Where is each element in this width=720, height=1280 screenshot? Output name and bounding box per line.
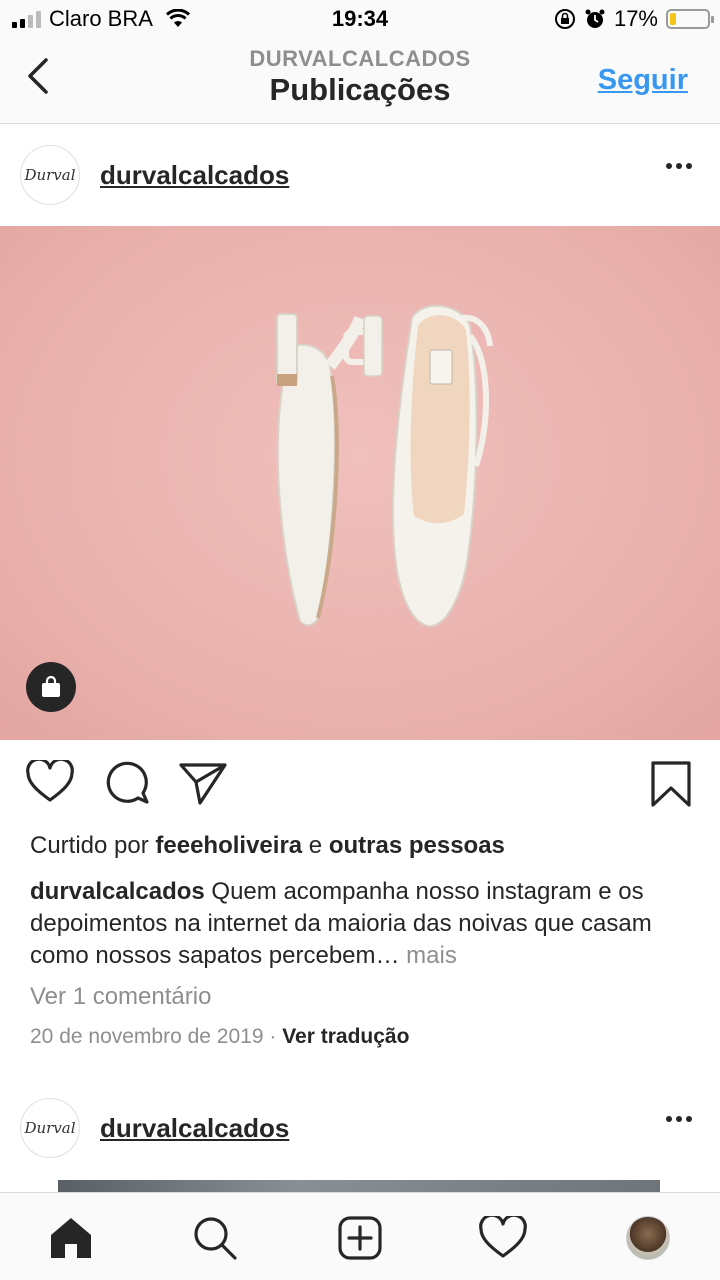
post-image[interactable]: [0, 226, 720, 740]
next-post-header: Durval durvalcalcados: [0, 1078, 720, 1178]
status-bar: Claro BRA 19:34 17%: [0, 0, 720, 40]
status-right: 17%: [554, 6, 714, 32]
send-icon[interactable]: [178, 760, 228, 806]
post-caption: durvalcalcados Quem acompanha nosso inst…: [30, 876, 690, 972]
home-icon: [51, 1218, 91, 1258]
follow-button[interactable]: Seguir: [598, 64, 688, 97]
more-options-icon[interactable]: [666, 1116, 692, 1122]
avatar[interactable]: Durval: [20, 1098, 80, 1158]
likes-summary: Curtido por feeeholiveira e outras pesso…: [30, 832, 505, 860]
add-post-icon: [338, 1216, 382, 1260]
liked-by-prefix: Curtido por: [30, 832, 156, 859]
nav-header: DURVALCALCADOS Publicações Seguir: [0, 40, 720, 124]
tab-new-post[interactable]: [335, 1213, 385, 1263]
shoes-illustration: [276, 304, 493, 628]
avatar-logo-text: Durval: [24, 166, 76, 184]
alarm-icon: [585, 9, 605, 28]
translate-link[interactable]: Ver tradução: [282, 1025, 409, 1048]
caption-more-link[interactable]: mais: [400, 942, 457, 969]
caption-username[interactable]: durvalcalcados: [30, 878, 205, 905]
heart-icon: [479, 1216, 527, 1258]
battery-percent: 17%: [613, 6, 658, 31]
liked-by-user[interactable]: feeeholiveira: [155, 832, 302, 859]
tab-search[interactable]: [190, 1213, 240, 1263]
search-icon: [194, 1217, 237, 1260]
post-actions: [0, 760, 720, 816]
comment-icon[interactable]: [104, 760, 150, 806]
post-header: Durval durvalcalcados: [0, 125, 720, 225]
tab-profile[interactable]: [623, 1213, 673, 1263]
tab-activity[interactable]: [478, 1213, 528, 1263]
rotation-lock-icon: [554, 9, 575, 29]
profile-avatar: [626, 1216, 670, 1260]
post-username[interactable]: durvalcalcados: [100, 160, 289, 191]
battery-icon: [666, 9, 714, 29]
battery-level: [670, 13, 677, 25]
avatar-logo-text: Durval: [24, 1119, 76, 1137]
shop-button[interactable]: [26, 662, 76, 712]
bottom-tab-bar: [0, 1192, 720, 1280]
post-date-row: 20 de novembro de 2019 · Ver tradução: [30, 1025, 409, 1049]
avatar[interactable]: Durval: [20, 145, 80, 205]
post-date: 20 de novembro de 2019: [30, 1025, 264, 1048]
date-separator: ·: [263, 1025, 283, 1048]
post-username[interactable]: durvalcalcados: [100, 1113, 289, 1144]
liked-by-connector: e: [302, 832, 329, 859]
shopping-bag-icon: [42, 675, 60, 697]
tab-home[interactable]: [46, 1213, 96, 1263]
view-comments-link[interactable]: Ver 1 comentário: [30, 983, 211, 1011]
bookmark-icon[interactable]: [650, 760, 692, 808]
heart-icon[interactable]: [26, 760, 74, 804]
more-options-icon[interactable]: [666, 163, 692, 169]
liked-by-others[interactable]: outras pessoas: [329, 832, 505, 859]
